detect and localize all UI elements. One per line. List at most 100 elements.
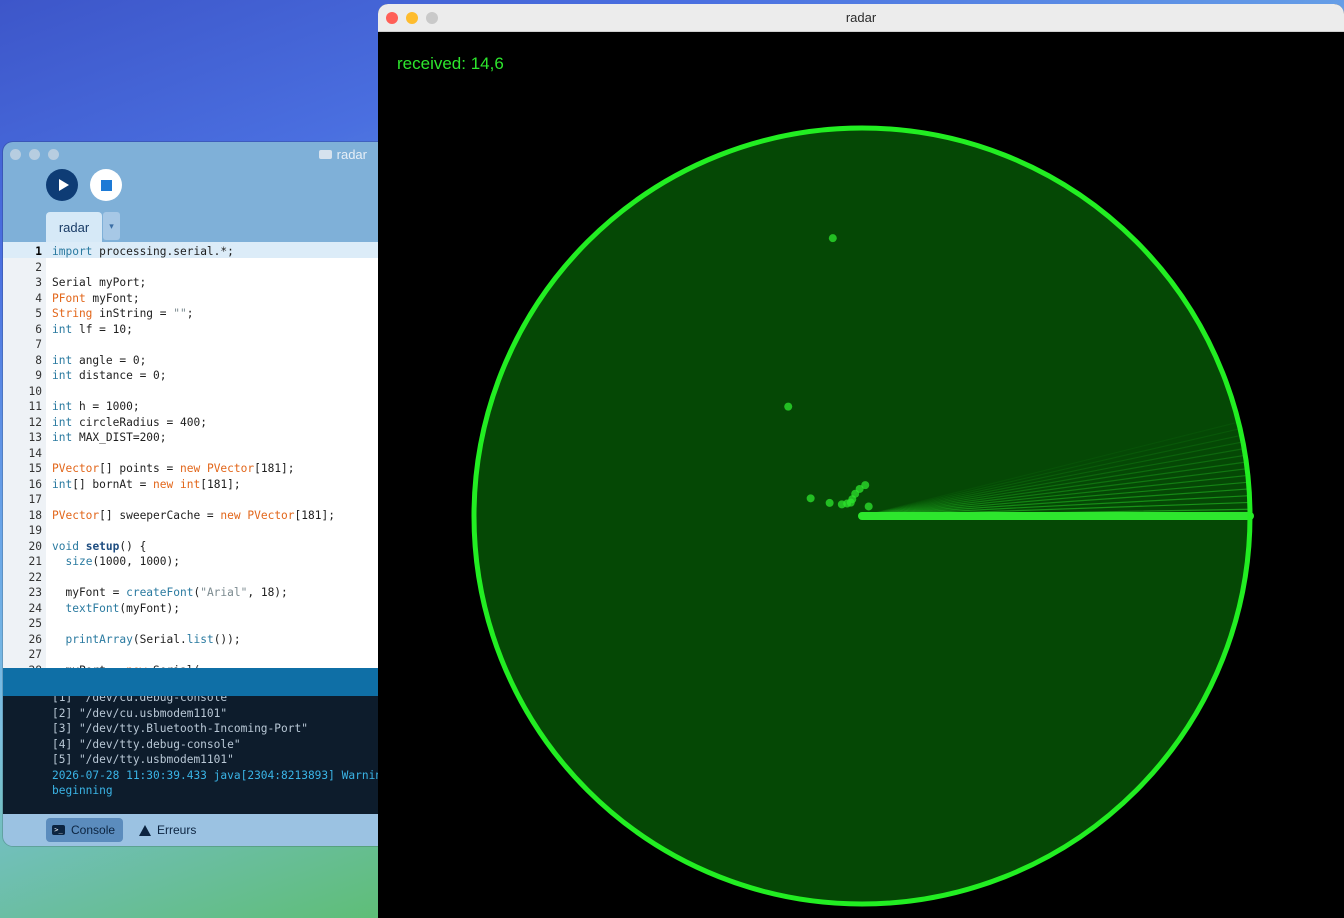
line-number: 11	[28, 400, 42, 413]
code-line[interactable]: 25	[3, 616, 379, 632]
code-line[interactable]: 11 int h = 1000;	[3, 399, 379, 415]
radar-titlebar: radar	[378, 4, 1344, 32]
console-line: [2] "/dev/cu.usbmodem1101"	[52, 706, 228, 720]
code-line[interactable]: 5 String inString = "";	[3, 306, 379, 322]
code-line[interactable]: 17	[3, 492, 379, 508]
stop-button[interactable]	[90, 169, 122, 201]
code-line[interactable]: 12 int circleRadius = 400;	[3, 415, 379, 431]
console-line: [1] "/dev/cu.debug-console"	[52, 696, 234, 704]
run-button[interactable]	[46, 169, 78, 201]
code-editor[interactable]: 1 import processing.serial.*; 2 3 Serial myP…	[3, 242, 379, 668]
code-token: int	[52, 431, 73, 444]
tab-menu-button[interactable]: ▾	[103, 212, 120, 240]
code-line[interactable]: 1 import processing.serial.*;	[3, 244, 379, 260]
code-token: int	[52, 369, 73, 382]
console-output[interactable]: [1] "/dev/cu.debug-console" [2] "/dev/cu.…	[3, 696, 379, 814]
line-number: 23	[28, 586, 42, 599]
code-line[interactable]: 7	[3, 337, 379, 353]
code-token: createFont	[126, 586, 194, 599]
line-number: 25	[28, 617, 42, 630]
code-line[interactable]: 23 myFont = createFont("Arial", 18);	[3, 585, 379, 601]
code-token: "Arial"	[200, 586, 248, 599]
line-number: 10	[28, 384, 42, 398]
console-tab-button[interactable]: >_ Console	[46, 818, 124, 842]
warning-icon	[139, 824, 151, 836]
line-number: 5	[35, 307, 42, 320]
code-token: size	[65, 555, 93, 568]
code-text: printArray(Serial.list());	[52, 632, 240, 648]
line-number: 22	[28, 570, 42, 584]
code-line[interactable]: 27	[3, 647, 379, 663]
code-line[interactable]: 3 Serial myPort;	[3, 275, 379, 291]
code-line[interactable]: 9 int distance = 0;	[3, 368, 379, 384]
folder-icon	[318, 150, 332, 159]
code-token: Serial myPort;	[52, 276, 147, 289]
code-token: import	[52, 245, 93, 258]
code-line[interactable]: 22	[3, 570, 379, 586]
line-number: 20	[28, 539, 42, 553]
line-number: 26	[28, 632, 42, 646]
code-text: void setup() {	[52, 539, 146, 555]
line-number: 18	[28, 508, 42, 522]
code-token: () {	[119, 539, 147, 553]
code-token: int	[52, 477, 73, 491]
radar-blip	[784, 402, 793, 411]
tab-radar[interactable]: radar	[46, 212, 102, 242]
line-number: 14	[28, 446, 42, 460]
code-text: import processing.serial.*;	[52, 244, 234, 260]
line-number: 2	[35, 260, 42, 274]
console-tab-label: Console	[71, 823, 116, 837]
status-bar	[3, 668, 379, 696]
line-number: 4	[35, 291, 42, 305]
code-token: [181];	[254, 462, 295, 475]
errors-tab-button[interactable]: Erreurs	[133, 818, 202, 842]
code-line[interactable]: 18 PVector[] sweeperCache = new PVector[1…	[3, 508, 379, 524]
code-line[interactable]: 4 PFont myFont;	[3, 291, 379, 307]
minimize-window-button[interactable]	[29, 149, 40, 160]
code-token: textFont	[65, 601, 120, 615]
line-number: 3	[35, 276, 42, 289]
code-token: angle = 0;	[72, 353, 147, 367]
code-token: lf = 10;	[72, 322, 133, 336]
ide-window-title: radar	[318, 147, 367, 162]
code-token: new	[220, 508, 241, 522]
code-token: (1000, 1000);	[92, 555, 180, 568]
code-token: MAX_DIST=200;	[72, 431, 167, 444]
code-text: myFont = createFont("Arial", 18);	[52, 585, 287, 601]
zoom-window-button[interactable]	[48, 149, 59, 160]
code-line[interactable]: 6 int lf = 10;	[3, 322, 379, 338]
close-window-button[interactable]	[10, 149, 21, 160]
code-token: [] sweeperCache =	[99, 508, 221, 522]
radar-window-title: radar	[845, 10, 877, 25]
code-token: int	[52, 415, 73, 429]
code-line[interactable]: 8 int angle = 0;	[3, 353, 379, 369]
code-line[interactable]: 19	[3, 523, 379, 539]
code-token: String	[52, 307, 93, 320]
code-line[interactable]: 10	[3, 384, 379, 400]
code-token: PFont	[52, 291, 86, 305]
line-number: 6	[35, 322, 42, 336]
line-number: 19	[28, 524, 42, 537]
ide-titlebar: radar	[3, 142, 379, 166]
code-line[interactable]: 20 void setup() {	[3, 539, 379, 555]
code-line[interactable]: 2	[3, 260, 379, 276]
code-line[interactable]: 14	[3, 446, 379, 462]
code-token: [] bornAt =	[72, 477, 154, 491]
line-number: 16	[28, 477, 42, 491]
line-number: 27	[28, 648, 42, 661]
radar-blip	[806, 494, 815, 503]
code-line[interactable]: 15 PVector[] points = new PVector[181];	[3, 461, 379, 477]
code-token: int	[52, 400, 73, 413]
code-token: distance = 0;	[72, 369, 167, 382]
code-line[interactable]: 24 textFont(myFont);	[3, 601, 379, 617]
line-number: 7	[35, 338, 42, 351]
code-line[interactable]: 16 int[] bornAt = new int[181];	[3, 477, 379, 493]
console-line: [3] "/dev/tty.Bluetooth-Incoming-Port"	[52, 722, 308, 735]
code-token: (Serial.	[132, 632, 187, 646]
code-line[interactable]: 13 int MAX_DIST=200;	[3, 430, 379, 446]
code-token: (myFont);	[119, 601, 180, 615]
line-number: 13	[28, 431, 42, 444]
code-line[interactable]: 26 printArray(Serial.list());	[3, 632, 379, 648]
code-line[interactable]: 21 size(1000, 1000);	[3, 554, 379, 570]
